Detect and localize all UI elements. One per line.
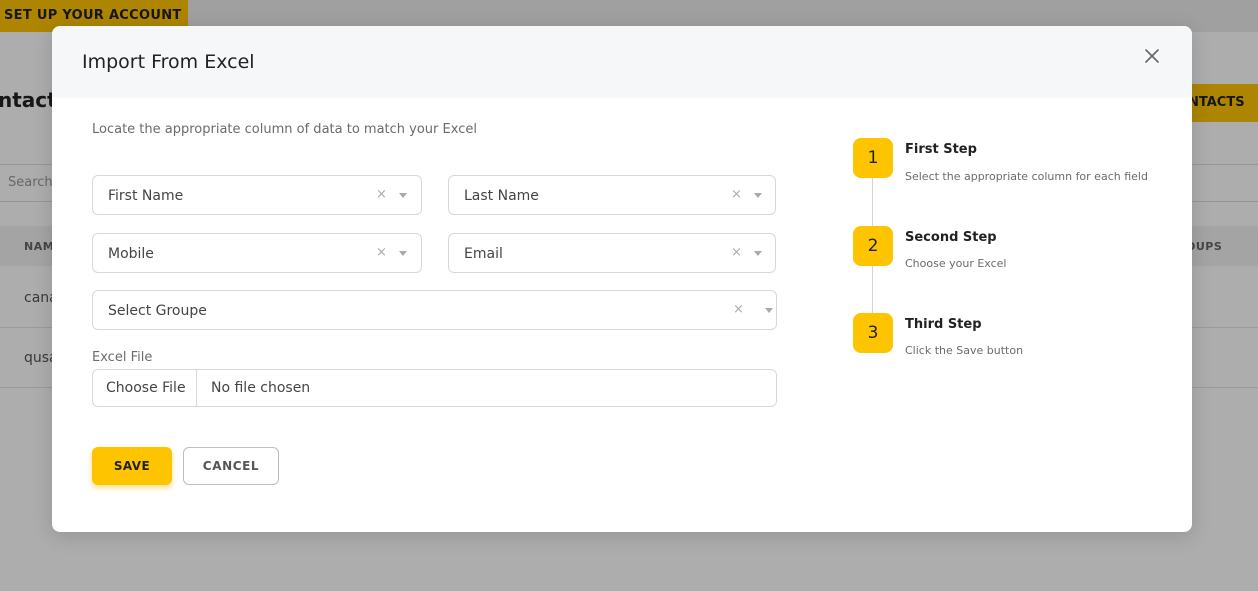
clear-icon[interactable]: × <box>376 245 387 260</box>
last-name-select[interactable]: Last Name × <box>448 175 776 215</box>
save-button[interactable]: SAVE <box>92 447 172 485</box>
chevron-down-icon[interactable] <box>399 251 407 256</box>
chevron-down-icon[interactable] <box>754 251 762 256</box>
chevron-down-icon[interactable] <box>765 308 773 313</box>
excel-file-label: Excel File <box>92 350 153 365</box>
mobile-label: Mobile <box>108 246 154 262</box>
mobile-select[interactable]: Mobile × <box>92 233 422 273</box>
step-3-description: Click the Save button <box>905 344 1024 357</box>
excel-file-input[interactable]: Choose File No file chosen <box>92 369 777 407</box>
step-2-description: Choose your Excel <box>905 257 1007 270</box>
clear-icon[interactable]: × <box>733 302 744 317</box>
cancel-button[interactable]: CANCEL <box>183 447 279 485</box>
step-1-title: First Step <box>905 142 977 157</box>
email-label: Email <box>464 246 503 262</box>
close-icon[interactable] <box>1140 44 1164 68</box>
step-2-title: Second Step <box>905 230 997 245</box>
modal-header: Import From Excel <box>52 26 1192 98</box>
step-3-number: 3 <box>853 313 893 353</box>
clear-icon[interactable]: × <box>731 245 742 260</box>
first-name-select[interactable]: First Name × <box>92 175 422 215</box>
chevron-down-icon[interactable] <box>754 193 762 198</box>
modal-title: Import From Excel <box>82 51 255 73</box>
group-select[interactable]: Select Groupe × <box>92 290 777 330</box>
last-name-label: Last Name <box>464 188 539 204</box>
file-status: No file chosen <box>211 380 311 396</box>
clear-icon[interactable]: × <box>376 187 387 202</box>
step-2-number: 2 <box>853 226 893 266</box>
intro-text: Locate the appropriate column of data to… <box>92 122 477 137</box>
step-1-number: 1 <box>853 138 893 178</box>
step-1-description: Select the appropriate column for each f… <box>905 170 1148 183</box>
choose-file-button[interactable]: Choose File <box>93 370 197 406</box>
email-select[interactable]: Email × <box>448 233 776 273</box>
first-name-label: First Name <box>108 188 184 204</box>
clear-icon[interactable]: × <box>731 187 742 202</box>
import-modal: Import From Excel Locate the appropriate… <box>52 26 1192 532</box>
group-label: Select Groupe <box>108 303 207 319</box>
chevron-down-icon[interactable] <box>399 193 407 198</box>
step-3-title: Third Step <box>905 317 982 332</box>
